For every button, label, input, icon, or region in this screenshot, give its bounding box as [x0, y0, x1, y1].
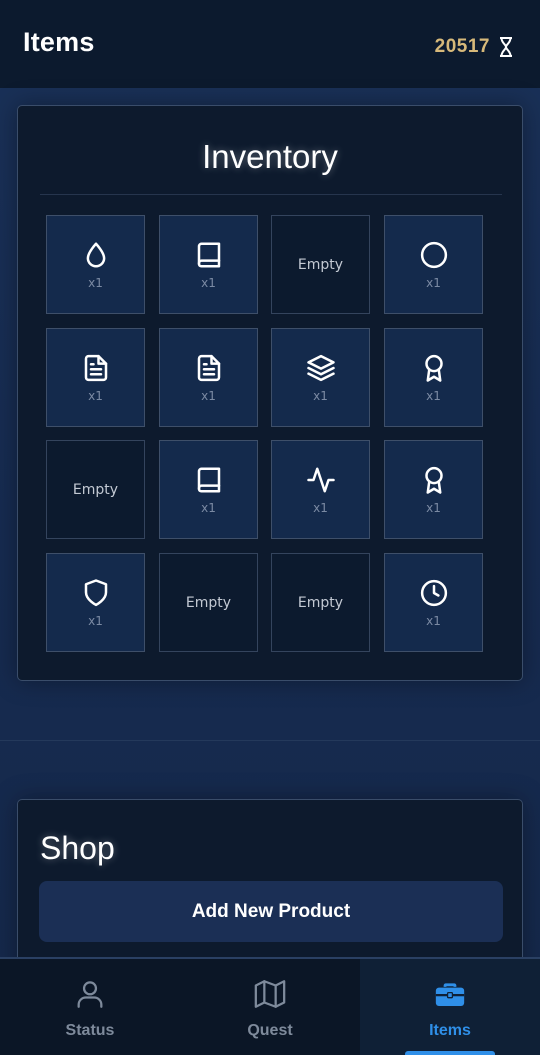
inventory-slot-empty[interactable]: Empty — [46, 440, 145, 539]
inventory-slot-empty[interactable]: Empty — [159, 553, 258, 652]
slot-quantity: x1 — [313, 388, 328, 403]
slot-quantity: x1 — [426, 388, 441, 403]
inventory-slot[interactable]: x1 — [384, 215, 483, 314]
document-icon — [84, 354, 107, 381]
book-icon — [197, 467, 220, 492]
inventory-slot[interactable]: x1 — [46, 553, 145, 652]
slot-quantity: x1 — [426, 613, 441, 628]
top-header: Items 20517 — [0, 0, 540, 88]
slot-quantity: x1 — [426, 500, 441, 515]
active-tab-indicator — [405, 1051, 495, 1055]
tab-status-label: Status — [65, 1022, 115, 1039]
circle-icon — [420, 241, 447, 268]
tab-status[interactable]: Status — [0, 959, 180, 1055]
activity-icon — [306, 467, 335, 492]
slot-empty-label: Empty — [72, 481, 119, 498]
user-icon — [77, 981, 103, 1008]
book-icon — [197, 242, 220, 267]
slot-quantity: x1 — [88, 613, 103, 628]
bottom-nav: Status Quest Items — [0, 957, 540, 1055]
currency-value: 20517 — [434, 36, 490, 57]
currency-display: 20517 — [435, 36, 514, 58]
section-divider — [0, 740, 540, 741]
add-new-product-button[interactable]: Add New Product — [39, 881, 503, 942]
tab-quest-label: Quest — [247, 1022, 293, 1039]
inventory-slot[interactable]: x1 — [159, 215, 258, 314]
inventory-slot[interactable]: x1 — [271, 440, 370, 539]
droplet-icon — [86, 242, 105, 267]
shield-icon — [84, 578, 107, 606]
slot-quantity: x1 — [313, 500, 328, 515]
document-icon — [197, 354, 220, 381]
shop-title: Shop — [40, 830, 115, 866]
slot-quantity: x1 — [426, 275, 441, 290]
inventory-slot-empty[interactable]: Empty — [271, 553, 370, 652]
inventory-slot[interactable]: x1 — [159, 440, 258, 539]
slot-quantity: x1 — [201, 275, 216, 290]
slot-quantity: x1 — [88, 388, 103, 403]
award-icon — [424, 354, 443, 382]
hourglass-icon — [500, 37, 512, 57]
inventory-panel: Inventory x1 x1 Empty x1 x1 x1 x1 x1 Empty x1 x1 x1… — [17, 105, 523, 681]
slot-quantity: x1 — [201, 500, 216, 515]
inventory-slot[interactable]: x1 — [271, 328, 370, 427]
map-icon — [254, 980, 286, 1008]
slot-quantity: x1 — [201, 388, 216, 403]
inventory-slot[interactable]: x1 — [159, 328, 258, 427]
inventory-slot[interactable]: x1 — [384, 328, 483, 427]
slot-empty-label: Empty — [297, 256, 344, 273]
tab-items[interactable]: Items — [360, 959, 540, 1055]
inventory-slot[interactable]: x1 — [384, 440, 483, 539]
inventory-slot[interactable]: x1 — [46, 328, 145, 427]
inventory-slot[interactable]: x1 — [46, 215, 145, 314]
clock-icon — [420, 579, 447, 606]
inventory-slot[interactable]: x1 — [384, 553, 483, 652]
award-icon — [424, 466, 443, 494]
inventory-slot-empty[interactable]: Empty — [271, 215, 370, 314]
briefcase-icon — [435, 983, 465, 1007]
slot-empty-label: Empty — [297, 594, 344, 611]
tab-items-label: Items — [429, 1022, 471, 1039]
slot-empty-label: Empty — [185, 594, 232, 611]
slot-quantity: x1 — [88, 275, 103, 290]
layers-icon — [306, 354, 335, 381]
items-screen: Items 20517 Inventory x1 x1 Empty x1 x1 x1 x1 x… — [0, 0, 540, 1055]
tab-quest[interactable]: Quest — [180, 959, 360, 1055]
page-title: Items — [23, 26, 95, 57]
inventory-grid: x1 x1 Empty x1 x1 x1 x1 x1 Empty x1 x1 x1 x1 Empty Emp… — [18, 106, 522, 680]
